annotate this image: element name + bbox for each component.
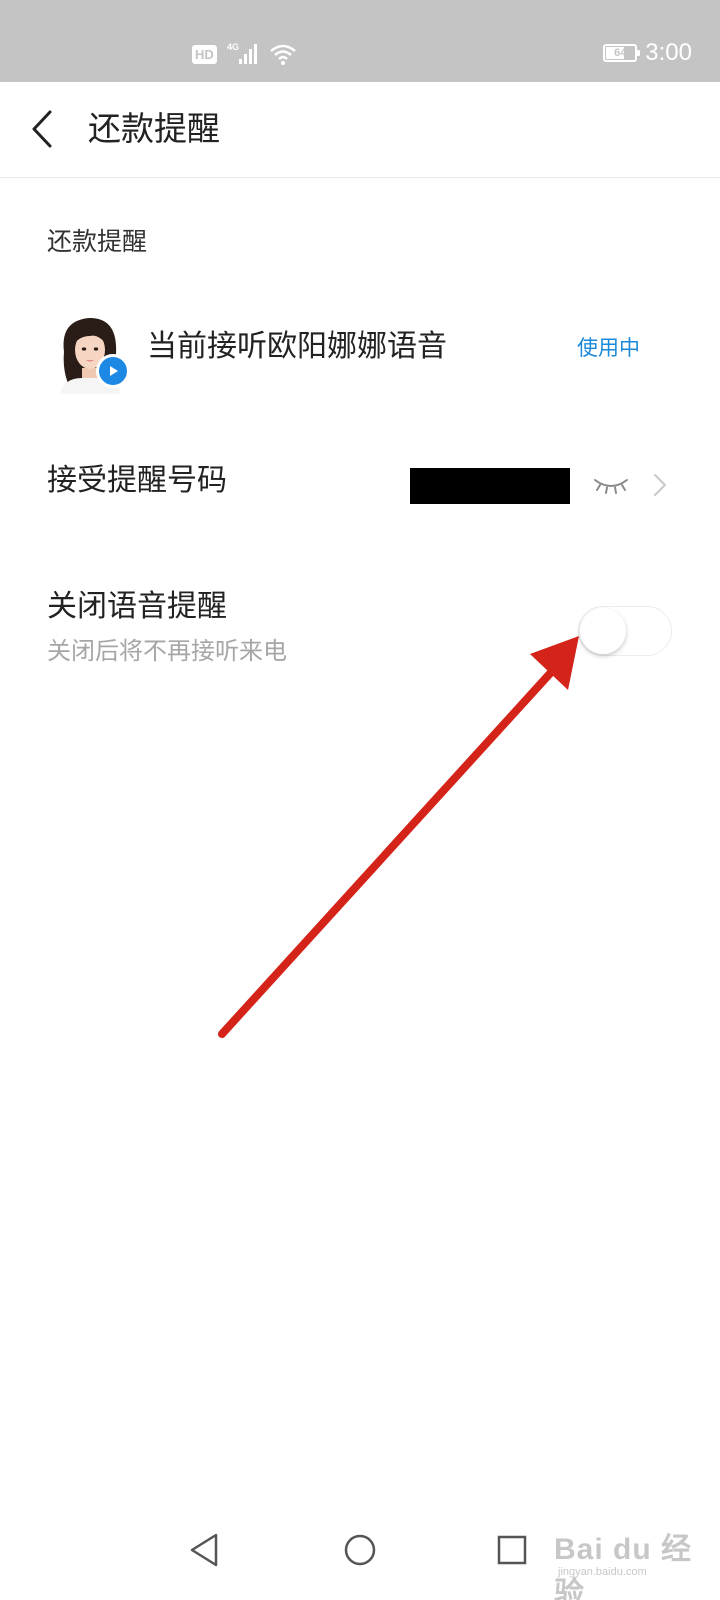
toggle-knob (580, 608, 626, 654)
baidu-jingyan-watermark: Bai du 经验 jingyan.baidu.com (548, 1520, 718, 1600)
status-bar: HD 4G 64 3:00 (0, 0, 720, 82)
play-icon[interactable] (96, 354, 130, 388)
hd-badge: HD (192, 44, 217, 64)
voice-reminder-toggle[interactable] (578, 606, 672, 656)
screen: HD 4G 64 3:00 还款提醒 还款提醒 当前接听欧阳娜娜语音 使用中 接… (0, 0, 720, 1600)
signal-icon: 4G (227, 42, 257, 64)
voice-label: 当前接听欧阳娜娜语音 (147, 329, 447, 364)
voice-toggle-row: 关闭语音提醒 关闭后将不再接听来电 (0, 576, 720, 686)
status-time: 3:00 (645, 39, 692, 66)
circle-home-icon[interactable] (332, 1522, 388, 1578)
square-recents-icon[interactable] (484, 1522, 540, 1578)
play-triangle-icon (110, 366, 118, 376)
page-title: 还款提醒 (88, 109, 220, 148)
watermark-url: jingyan.baidu.com (558, 1566, 647, 1578)
page-header: 还款提醒 (0, 82, 720, 178)
battery-icon: 64 (603, 44, 641, 62)
phone-number-row[interactable]: 接受提醒号码 (0, 446, 720, 522)
network-type: 4G (227, 42, 239, 52)
voice-toggle-label: 关闭语音提醒 (47, 589, 227, 624)
triangle-back-icon[interactable] (176, 1522, 232, 1578)
chevron-left-icon (32, 110, 52, 148)
in-use-badge: 使用中 (577, 336, 640, 360)
status-right: 64 3:00 (603, 36, 692, 70)
phone-number-redacted (410, 468, 570, 504)
arrow-shaft (218, 664, 559, 1038)
wifi-icon (269, 44, 296, 65)
chevron-right-icon (654, 474, 666, 496)
back-button[interactable] (24, 104, 68, 154)
eye-closed-icon[interactable] (592, 474, 630, 496)
voice-selection-row[interactable]: 当前接听欧阳娜娜语音 使用中 (0, 300, 720, 396)
battery-level: 64 (614, 47, 627, 59)
phone-label: 接受提醒号码 (47, 463, 227, 498)
section-title: 还款提醒 (47, 227, 148, 256)
watermark-text: Bai du 经验 (554, 1533, 693, 1600)
status-indicators: HD 4G (192, 40, 297, 68)
voice-toggle-description: 关闭后将不再接听来电 (47, 637, 287, 665)
